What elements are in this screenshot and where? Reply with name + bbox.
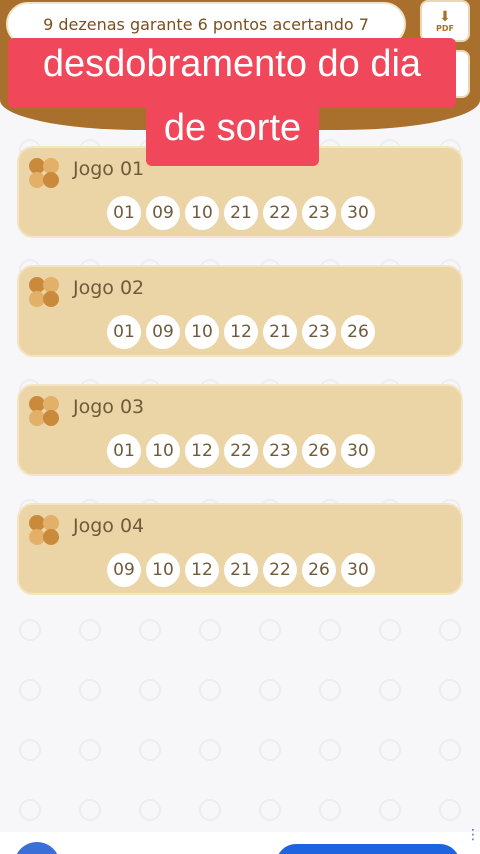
game-title: Jogo 01 [73, 158, 145, 180]
number-ball: 23 [302, 196, 336, 230]
number-ball: 22 [224, 434, 258, 468]
number-ball: 23 [302, 315, 336, 349]
game-card: Jogo 03 01 10 12 22 23 26 30 [17, 384, 463, 476]
number-ball: 10 [146, 434, 180, 468]
number-ball: 23 [263, 434, 297, 468]
clover-icon [29, 515, 59, 545]
number-ball: 12 [224, 315, 258, 349]
number-ball: 10 [146, 553, 180, 587]
number-ball: 21 [224, 553, 258, 587]
number-ball: 22 [263, 196, 297, 230]
number-balls: 09 10 12 21 22 26 30 [107, 553, 375, 587]
number-ball: 30 [341, 196, 375, 230]
number-ball: 12 [185, 553, 219, 587]
number-balls: 01 09 10 21 22 23 30 [107, 196, 375, 230]
game-card: Jogo 04 09 10 12 21 22 26 30 [17, 503, 463, 595]
number-ball: 30 [341, 553, 375, 587]
game-card: Jogo 02 01 09 10 12 21 23 26 [17, 265, 463, 357]
number-ball: 01 [107, 315, 141, 349]
game-title: Jogo 03 [73, 396, 145, 418]
number-ball: 30 [341, 434, 375, 468]
game-title: Jogo 02 [73, 277, 145, 299]
download-pdf-icon: ⬇ [439, 8, 451, 25]
number-ball: 26 [302, 553, 336, 587]
number-ball: 09 [146, 315, 180, 349]
clover-icon [29, 396, 59, 426]
number-ball: 01 [107, 196, 141, 230]
number-ball: 21 [263, 315, 297, 349]
number-ball: 26 [302, 434, 336, 468]
number-ball: 01 [107, 434, 141, 468]
overlay-caption-line1: desdobramento do dia [8, 38, 456, 108]
overlay-caption-line2: de sorte [146, 102, 319, 166]
number-ball: 09 [146, 196, 180, 230]
game-title: Jogo 04 [73, 515, 145, 537]
ad-banner[interactable]: ⋮ [0, 828, 480, 854]
clover-icon [29, 277, 59, 307]
number-ball: 10 [185, 315, 219, 349]
number-balls: 01 10 12 22 23 26 30 [107, 434, 375, 468]
number-ball: 26 [341, 315, 375, 349]
number-ball: 12 [185, 434, 219, 468]
ad-options-icon[interactable]: ⋮ [466, 828, 480, 842]
number-ball: 21 [224, 196, 258, 230]
download-pdf-button[interactable]: ⬇ PDF [420, 0, 470, 42]
number-ball: 09 [107, 553, 141, 587]
number-ball: 10 [185, 196, 219, 230]
ad-app-icon[interactable] [14, 842, 60, 854]
pdf-label: PDF [436, 23, 454, 33]
number-balls: 01 09 10 12 21 23 26 [107, 315, 375, 349]
games-list: Jogo 01 01 09 10 21 22 23 30 Jogo 02 01 … [17, 146, 463, 622]
ad-cta-button[interactable] [276, 844, 460, 854]
clover-icon [29, 158, 59, 188]
number-ball: 22 [263, 553, 297, 587]
